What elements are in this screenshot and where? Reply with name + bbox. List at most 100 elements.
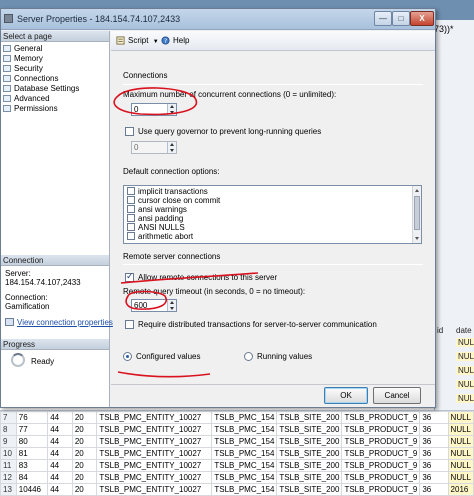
close-button[interactable]: X (410, 11, 434, 26)
table-cell[interactable]: TSLB_PMC_ENTITY_10027 (96, 459, 213, 472)
table-cell[interactable]: 84 (15, 471, 49, 484)
table-cell[interactable]: 20 (71, 483, 98, 496)
option-checkbox[interactable] (127, 214, 135, 222)
maximize-button[interactable]: □ (392, 11, 410, 26)
table-cell[interactable]: 80 (15, 435, 49, 448)
table-cell[interactable]: 20 (71, 471, 98, 484)
scrollbar-thumb[interactable] (414, 196, 420, 230)
table-cell[interactable]: 83 (15, 459, 49, 472)
table-row[interactable]: 9 80 44 20 TSLB_PMC_ENTITY_10027 TSLB_PMC_154… (0, 435, 474, 448)
table-cell[interactable]: TSLB_SITE_200 (276, 423, 343, 436)
option-checkbox[interactable] (127, 196, 135, 204)
minimize-button[interactable]: — (374, 11, 392, 26)
table-cell[interactable]: 20 (71, 459, 98, 472)
table-cell[interactable]: 36 (419, 423, 449, 436)
scroll-down-icon[interactable] (415, 237, 419, 240)
dialog-titlebar[interactable]: Server Properties - 184.154.74.107,2433 … (1, 9, 435, 30)
allow-remote-checkbox[interactable] (125, 271, 134, 282)
table-cell[interactable]: TSLB_PRODUCT_9 (341, 483, 421, 496)
table-cell[interactable]: 12 (0, 471, 17, 484)
table-cell[interactable]: TSLB_PMC_154 (211, 447, 278, 460)
table-cell[interactable]: TSLB_SITE_200 (276, 447, 343, 460)
table-cell[interactable]: 36 (419, 447, 449, 460)
view-connection-properties-link[interactable]: View connection properties (5, 318, 113, 328)
table-cell[interactable]: 13 (0, 483, 17, 496)
table-cell[interactable]: 36 (419, 459, 449, 472)
table-cell[interactable]: 10 (0, 447, 17, 460)
table-cell[interactable]: TSLB_PMC_154 (211, 459, 278, 472)
page-item-permissions[interactable]: Permissions (3, 104, 58, 114)
table-cell[interactable]: 36 (419, 411, 449, 424)
list-item[interactable]: ANSI NULLS (127, 223, 185, 232)
option-checkbox[interactable] (127, 223, 135, 231)
page-item-general[interactable]: General (3, 44, 42, 54)
table-row[interactable]: 13 10446 44 20 TSLB_PMC_ENTITY_10027 TSLB_PMC… (0, 483, 474, 496)
query-governor-input[interactable]: 0 (131, 141, 177, 154)
table-row[interactable]: 7 76 44 20 TSLB_PMC_ENTITY_10027 TSLB_PMC_154… (0, 411, 474, 424)
table-row[interactable]: 10 81 44 20 TSLB_PMC_ENTITY_10027 TSLB_PMC_15… (0, 447, 474, 460)
table-cell[interactable]: 20 (71, 423, 98, 436)
table-cell[interactable]: TSLB_PMC_ENTITY_10027 (96, 435, 213, 448)
remote-timeout-input[interactable]: 600 (131, 299, 177, 312)
table-cell[interactable]: 20 (71, 447, 98, 460)
table-cell[interactable]: 44 (47, 483, 73, 496)
list-scrollbar[interactable] (412, 186, 421, 243)
table-cell[interactable]: TSLB_PRODUCT_9 (341, 435, 421, 448)
table-cell[interactable]: 10446 (15, 483, 49, 496)
table-cell[interactable]: TSLB_SITE_200 (276, 459, 343, 472)
max-connections-input[interactable]: 0 (131, 103, 177, 116)
spin-arrows-icon[interactable] (167, 142, 176, 153)
table-cell[interactable]: 2016 (447, 483, 474, 496)
option-checkbox[interactable] (127, 232, 135, 240)
script-button[interactable]: Script ▼ (116, 35, 159, 48)
table-cell[interactable]: 77 (15, 423, 49, 436)
table-cell[interactable]: NULL (447, 471, 474, 484)
table-cell[interactable]: TSLB_PRODUCT_9 (341, 459, 421, 472)
table-cell[interactable]: 7 (0, 411, 17, 424)
list-item[interactable]: ansi warnings (127, 205, 187, 214)
table-row[interactable]: 12 84 44 20 TSLB_PMC_ENTITY_10027 TSLB_PMC_15… (0, 471, 474, 484)
list-item[interactable]: implicit transactions (127, 187, 208, 196)
table-cell[interactable]: 36 (419, 471, 449, 484)
table-cell[interactable]: TSLB_PRODUCT_9 (341, 423, 421, 436)
list-item[interactable]: arithmetic abort (127, 232, 193, 241)
table-cell[interactable]: TSLB_PRODUCT_9 (341, 471, 421, 484)
table-cell[interactable]: TSLB_SITE_200 (276, 435, 343, 448)
table-cell[interactable]: 44 (47, 459, 73, 472)
table-cell[interactable]: NULL (447, 435, 474, 448)
table-cell[interactable]: 36 (419, 435, 449, 448)
table-row[interactable]: 8 77 44 20 TSLB_PMC_ENTITY_10027 TSLB_PMC_154… (0, 423, 474, 436)
help-button[interactable]: ? Help (161, 35, 189, 46)
table-cell[interactable]: 44 (47, 423, 73, 436)
table-cell[interactable]: 9 (0, 435, 17, 448)
table-cell[interactable]: TSLB_PMC_154 (211, 435, 278, 448)
table-cell[interactable]: TSLB_PRODUCT_9 (341, 411, 421, 424)
table-cell[interactable]: 44 (47, 471, 73, 484)
spin-arrows-icon[interactable] (167, 104, 176, 115)
table-cell[interactable]: 8 (0, 423, 17, 436)
page-item-memory[interactable]: Memory (3, 54, 43, 64)
table-cell[interactable]: TSLB_PMC_ENTITY_10027 (96, 471, 213, 484)
table-cell[interactable]: 20 (71, 435, 98, 448)
scroll-up-icon[interactable] (415, 189, 419, 192)
table-cell[interactable]: TSLB_PMC_154 (211, 471, 278, 484)
ok-button[interactable]: OK (324, 387, 368, 404)
table-cell[interactable]: 76 (15, 411, 49, 424)
table-cell[interactable]: NULL (447, 447, 474, 460)
table-cell[interactable]: TSLB_PMC_ENTITY_10027 (96, 483, 213, 496)
table-row[interactable]: 11 83 44 20 TSLB_PMC_ENTITY_10027 TSLB_PMC_15… (0, 459, 474, 472)
require-distributed-checkbox[interactable] (125, 320, 134, 329)
table-cell[interactable]: TSLB_SITE_200 (276, 411, 343, 424)
page-item-connections[interactable]: Connections (3, 74, 58, 84)
query-governor-checkbox[interactable] (125, 127, 134, 136)
table-cell[interactable]: TSLB_PRODUCT_9 (341, 447, 421, 460)
table-cell[interactable]: NULL (447, 423, 474, 436)
table-cell[interactable]: 44 (47, 447, 73, 460)
default-options-list[interactable]: implicit transactions cursor close on co… (123, 185, 422, 244)
table-cell[interactable]: TSLB_PMC_ENTITY_10027 (96, 411, 213, 424)
option-checkbox[interactable] (127, 187, 135, 195)
table-cell[interactable]: 20 (71, 411, 98, 424)
table-cell[interactable]: NULL (447, 459, 474, 472)
configured-values-radio[interactable] (123, 352, 132, 361)
table-cell[interactable]: TSLB_PMC_ENTITY_10027 (96, 447, 213, 460)
